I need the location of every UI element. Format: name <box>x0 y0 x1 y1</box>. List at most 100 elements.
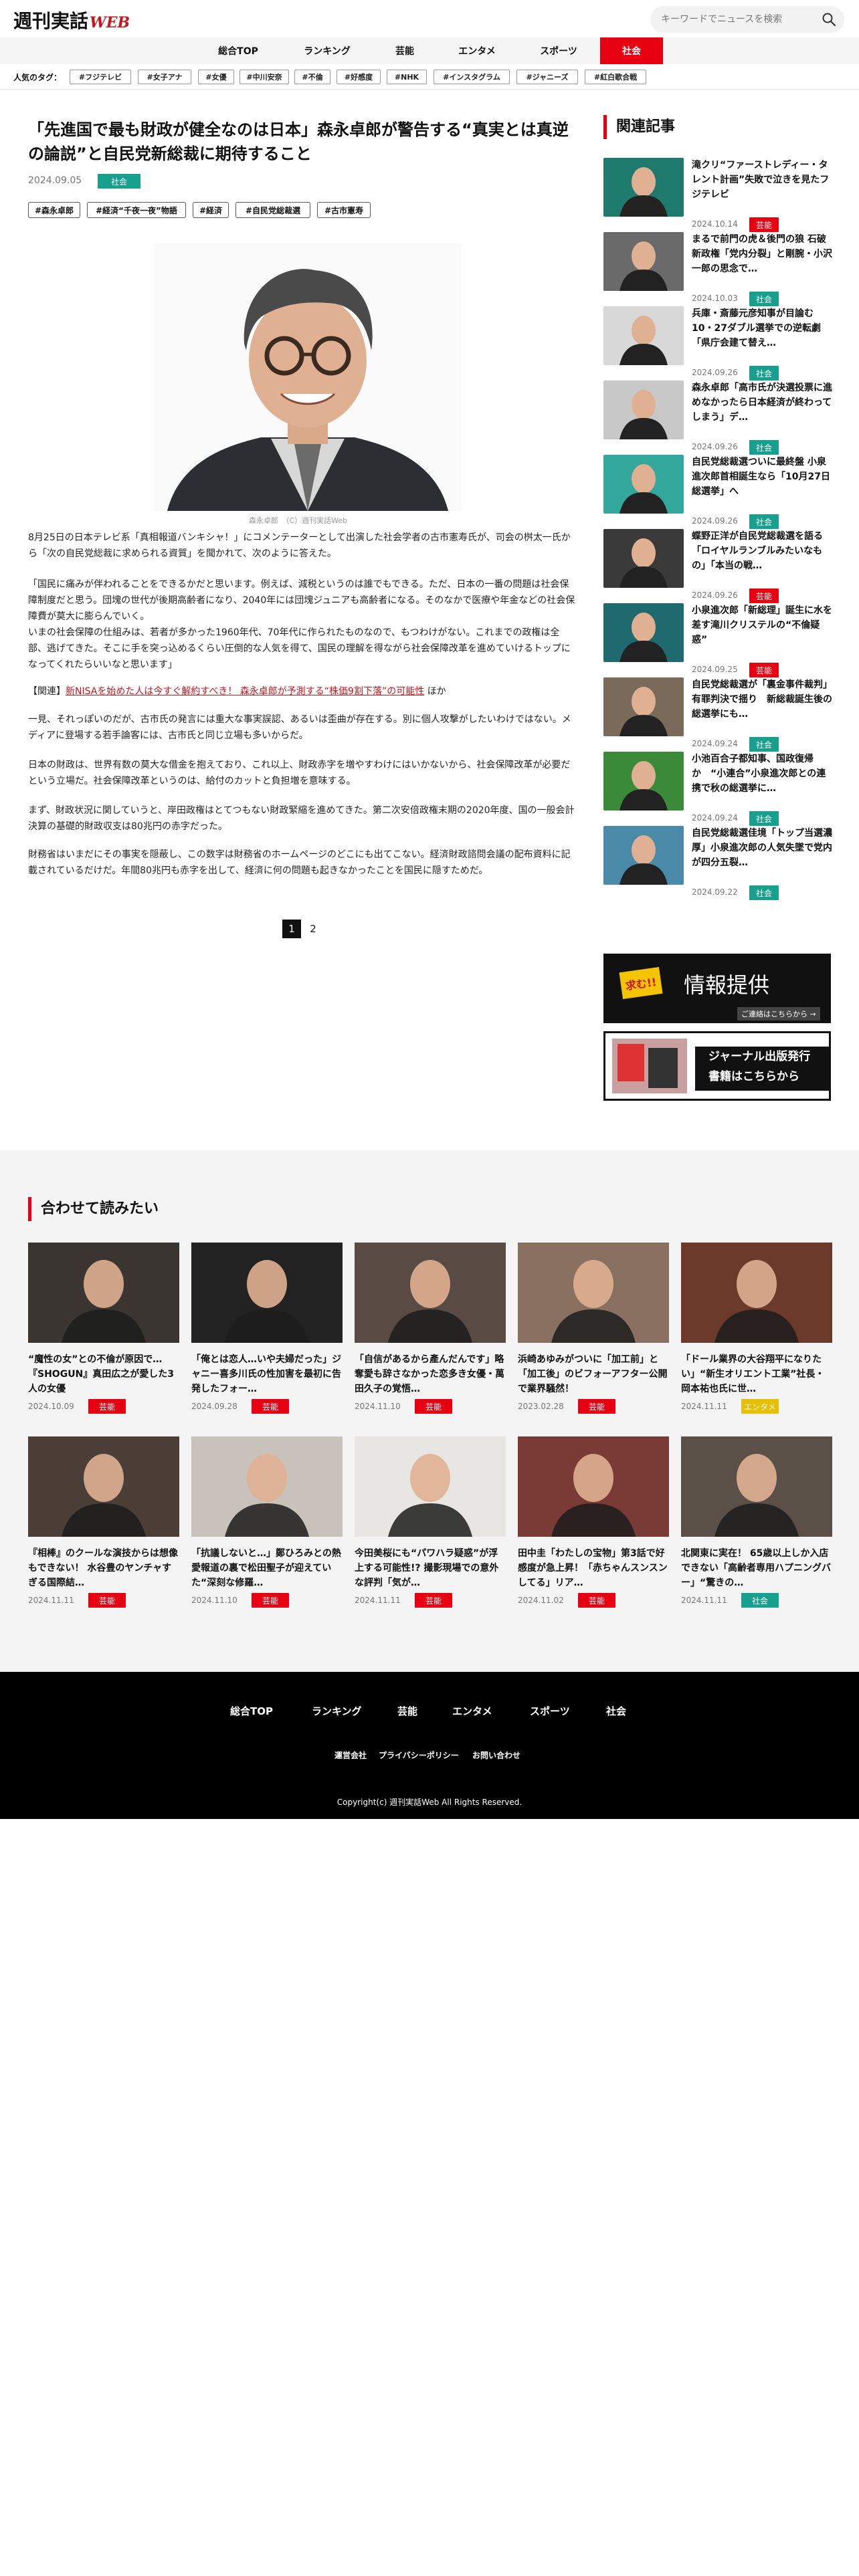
article-category-badge[interactable]: 社会 <box>98 174 140 189</box>
recommend-card[interactable]: “魔性の女”との不倫が原因で…『SHOGUN』真田広之が愛した3人の女優 2024… <box>28 1243 179 1427</box>
related-article-thumbnail[interactable] <box>603 232 684 291</box>
recommend-card-category[interactable]: 芸能 <box>88 1399 126 1414</box>
related-article-title[interactable]: 自民党総裁選が「裏金事件裁判」有罪判決で揺り 新総裁誕生後の総選挙にも… <box>692 677 834 736</box>
related-article-category[interactable]: 社会 <box>749 366 779 381</box>
related-article-item[interactable]: 自民党総裁選佳境「トップ当選濃厚」小泉進次郎の人気失墜で党内が四分五裂… 2024… <box>603 826 834 900</box>
related-article-thumbnail[interactable] <box>603 529 684 588</box>
recommend-card-image[interactable] <box>355 1436 506 1537</box>
related-article-title[interactable]: 自民党総裁選ついに最終盤 小泉進次郎首相誕生なら「10月27日総選挙」へ <box>692 455 834 514</box>
related-article-thumbnail[interactable] <box>603 677 684 736</box>
related-article-thumbnail[interactable] <box>603 752 684 811</box>
recommend-card-title[interactable]: “魔性の女”との不倫が原因で…『SHOGUN』真田広之が愛した3人の女優 <box>28 1352 179 1396</box>
popular-tag[interactable]: #中川安奈 <box>240 70 289 84</box>
article-tag[interactable]: #経済 <box>193 202 229 218</box>
recommend-card-title[interactable]: 田中圭「わたしの宝物」第3話で好感度が急上昇！「赤ちゃんスンスンしてる」リア… <box>518 1546 669 1590</box>
recommend-card-image[interactable] <box>681 1243 832 1343</box>
recommend-card-title[interactable]: 今田美桜にも“パワハラ疑惑”が浮上する可能性!? 撮影現場での意外な評判「気が… <box>355 1546 506 1590</box>
recommend-card-title[interactable]: 「抗議しないと…」鄭ひろみとの熱愛報道の裏で松田聖子が迎えていた“深刻な修羅… <box>191 1546 343 1590</box>
related-article-item[interactable]: 小泉進次郎「新総理」誕生に水を差す滝川クリステルの“不倫疑惑” 2024.09.2… <box>603 603 832 677</box>
recommend-card-title[interactable]: 『相棒』のクールな演技からは想像もできない！ 水谷豊のヤンチャすぎる国際結… <box>28 1546 179 1590</box>
recommend-card[interactable]: 今田美桜にも“パワハラ疑惑”が浮上する可能性!? 撮影現場での意外な評判「気が…… <box>355 1436 506 1621</box>
recommend-card-title[interactable]: 浜崎あゆみがついに「加工前」と「加工後」のビフォーアフター公開で業界騒然！ <box>518 1352 669 1396</box>
popular-tag[interactable]: #フジテレビ <box>70 70 131 84</box>
related-article-category[interactable]: 社会 <box>749 737 779 752</box>
recommend-card[interactable]: 北関東に実在！ 65歳以上しか入店できない「高齢者専用ハプニングバー」“驚きの…… <box>681 1436 832 1621</box>
recommend-card-image[interactable] <box>28 1436 179 1537</box>
info-request-banner[interactable]: 求む!! 情報提供 ご連絡はこちらから → <box>603 954 831 1023</box>
related-article-category[interactable]: 社会 <box>749 885 779 900</box>
related-article-title[interactable]: 蝶野正洋が自民党総裁選を語る「ロイヤルランブルみたいなもの」「本当の戦… <box>692 529 834 588</box>
popular-tag[interactable]: #ジャニーズ <box>516 70 578 84</box>
recommend-card-category[interactable]: 芸能 <box>415 1593 452 1608</box>
popular-tag[interactable]: #好感度 <box>337 70 381 84</box>
journal-books-banner[interactable]: ジャーナル出版発行 書籍はこちらから <box>603 1031 831 1101</box>
nav-item-geino[interactable]: 芸能 <box>371 37 438 64</box>
related-article-category[interactable]: 社会 <box>749 811 779 826</box>
recommend-card-title[interactable]: 北関東に実在！ 65歳以上しか入店できない「高齢者専用ハプニングバー」“驚きの… <box>681 1546 832 1590</box>
related-article-thumbnail[interactable] <box>603 306 684 365</box>
search-icon[interactable] <box>822 12 836 27</box>
page-2-link[interactable]: 2 <box>304 920 322 938</box>
related-article-item[interactable]: まるで前門の虎＆後門の狼 石破新政権「党内分裂」と剛腕・小沢一郎の思念で… 202… <box>603 232 832 306</box>
recommend-card-image[interactable] <box>191 1243 343 1343</box>
recommend-card-image[interactable] <box>191 1436 343 1537</box>
footer-link-privacy[interactable]: プライバシーポリシー <box>379 1749 459 1761</box>
page-1-link[interactable]: 1 <box>282 920 301 938</box>
popular-tag[interactable]: #インスタグラム <box>434 70 510 84</box>
footer-nav-sports[interactable]: スポーツ <box>530 1704 570 1718</box>
recommend-card-category[interactable]: 社会 <box>741 1593 779 1608</box>
recommend-card-category[interactable]: 芸能 <box>415 1399 452 1414</box>
related-article-thumbnail[interactable] <box>603 455 684 514</box>
recommend-card-category[interactable]: 芸能 <box>252 1399 289 1414</box>
popular-tag[interactable]: #女子アナ <box>138 70 191 84</box>
recommend-card-title[interactable]: 「俺とは恋人…いや夫婦だった」ジャニー喜多川氏の性加害を最初に告発したフォー… <box>191 1352 343 1396</box>
related-article-title[interactable]: 自民党総裁選佳境「トップ当選濃厚」小泉進次郎の人気失墜で党内が四分五裂… <box>692 826 834 885</box>
related-article-item[interactable]: 蝶野正洋が自民党総裁選を語る「ロイヤルランブルみたいなもの」「本当の戦… 2024… <box>603 529 832 603</box>
related-article-title[interactable]: 森永卓郎「高市氏が決選投票に進めなかったら日本経済が終わってしまう」デ… <box>692 381 834 439</box>
recommend-card[interactable]: 浜崎あゆみがついに「加工前」と「加工後」のビフォーアフター公開で業界騒然！ 202… <box>518 1243 669 1427</box>
site-logo[interactable]: 週刊実話 WEB <box>13 7 130 32</box>
footer-nav-top[interactable]: 総合TOP <box>230 1704 273 1718</box>
recommend-card[interactable]: 「自信があるから產んだんです」略奪愛も辞さなかった恋多き女優・萬田久子の覚悟… 2… <box>355 1243 506 1427</box>
article-tag[interactable]: #自民党総裁選 <box>235 202 310 218</box>
related-article-category[interactable]: 社会 <box>749 292 779 306</box>
recommend-card-category[interactable]: 芸能 <box>578 1399 615 1414</box>
related-article-item[interactable]: 小池百合子都知事、国政復帰か “小連合”小泉進次郎との連携で秋の総選挙に… 202… <box>603 752 832 826</box>
popular-tag[interactable]: #紅白歌合戦 <box>585 70 646 84</box>
article-tag[interactable]: #古市憲寿 <box>317 202 371 218</box>
related-article-item[interactable]: 兵庫・斎藤元彦知事が目論む10・27ダブル選挙での逆転劇「県庁会建て替え… 202… <box>603 306 834 381</box>
recommend-card[interactable]: 田中圭「わたしの宝物」第3話で好感度が急上昇！「赤ちゃんスンスンしてる」リア… 2… <box>518 1436 669 1621</box>
related-article-title[interactable]: 兵庫・斎藤元彦知事が目論む10・27ダブル選挙での逆転劇「県庁会建て替え… <box>692 306 834 365</box>
recommend-card-category[interactable]: 芸能 <box>88 1593 126 1608</box>
nav-item-sports[interactable]: スポーツ <box>525 37 592 64</box>
related-article-thumbnail[interactable] <box>603 381 684 439</box>
footer-link-contact[interactable]: お問い合わせ <box>472 1749 520 1761</box>
recommend-card[interactable]: 『相棒』のクールな演技からは想像もできない！ 水谷豊のヤンチャすぎる国際結… 20… <box>28 1436 179 1621</box>
related-article-category[interactable]: 芸能 <box>749 663 779 677</box>
recommend-card-image[interactable] <box>518 1436 669 1537</box>
article-tag[interactable]: #森永卓郎 <box>28 202 80 218</box>
nav-item-entame[interactable]: エンタメ <box>444 37 510 64</box>
nav-item-shakai[interactable]: 社会 <box>600 37 663 64</box>
related-article-link[interactable]: 新NISAを始めた人は今すぐ解約すべき！ 森永卓郎が予測する“株価9割下落”の可… <box>66 686 424 697</box>
popular-tag[interactable]: #不倫 <box>294 70 330 84</box>
recommend-card-image[interactable] <box>681 1436 832 1537</box>
footer-nav-ranking[interactable]: ランキング <box>312 1704 362 1718</box>
popular-tag[interactable]: #女優 <box>198 70 234 84</box>
nav-item-ranking[interactable]: ランキング <box>294 37 361 64</box>
footer-nav-shakai[interactable]: 社会 <box>606 1704 626 1718</box>
related-article-category[interactable]: 社会 <box>749 514 779 529</box>
recommend-card[interactable]: 「俺とは恋人…いや夫婦だった」ジャニー喜多川氏の性加害を最初に告発したフォー… 2… <box>191 1243 343 1427</box>
footer-link-company[interactable]: 運営会社 <box>335 1749 367 1761</box>
related-article-item[interactable]: 自民党総裁選ついに最終盤 小泉進次郎首相誕生なら「10月27日総選挙」へ 2024… <box>603 455 834 529</box>
recommend-card-category[interactable]: エンタメ <box>741 1399 779 1414</box>
related-article-thumbnail[interactable] <box>603 158 684 217</box>
related-article-title[interactable]: 滝クリ“ファーストレディー・タレント計画”失敗で泣きを見たフジテレビ <box>692 158 834 217</box>
nav-item-top[interactable]: 総合TOP <box>205 37 272 64</box>
recommend-card-image[interactable] <box>518 1243 669 1343</box>
related-article-title[interactable]: 小泉進次郎「新総理」誕生に水を差す滝川クリステルの“不倫疑惑” <box>692 603 834 662</box>
related-article-thumbnail[interactable] <box>603 603 684 662</box>
related-article-title[interactable]: まるで前門の虎＆後門の狼 石破新政権「党内分裂」と剛腕・小沢一郎の思念で… <box>692 232 834 291</box>
recommend-card[interactable]: 「ドール業界の大谷翔平になりたい」“新生オリエント工業”社長・岡本祐也氏に世… 2… <box>681 1243 832 1427</box>
related-article-item[interactable]: 滝クリ“ファーストレディー・タレント計画”失敗で泣きを見たフジテレビ 2024.1… <box>603 158 834 232</box>
